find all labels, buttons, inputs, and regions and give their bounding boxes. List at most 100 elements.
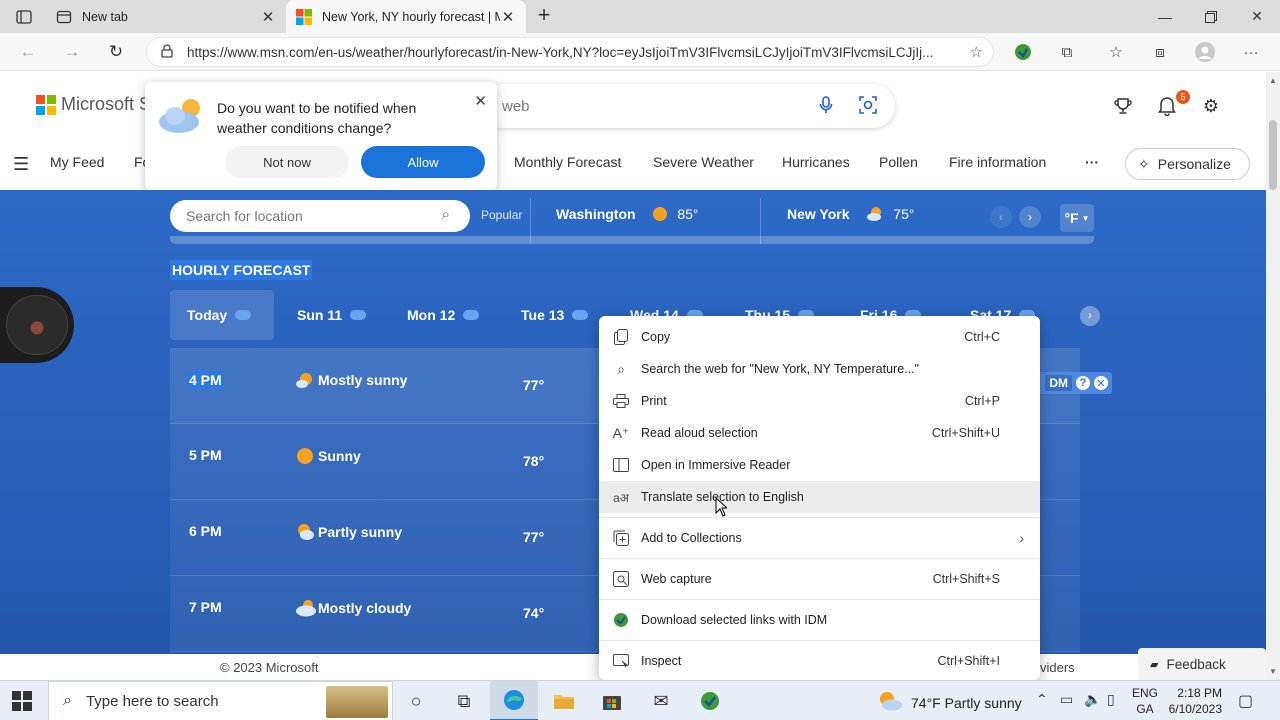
new-tab-button[interactable]: + [532,4,556,28]
lock-icon[interactable] [161,43,175,61]
restore-icon[interactable] [1188,0,1234,33]
menu-item-read-aloud[interactable]: A⁺ Read aloud selection Ctrl+Shift+U [599,417,1040,449]
floating-video-bubble[interactable] [0,287,74,363]
network-icon[interactable]: ▭ [1060,691,1073,708]
search-icon[interactable]: ⌕ [442,206,450,223]
file-explorer-icon[interactable] [540,681,588,720]
hour-time: 7 PM [189,599,222,615]
task-view-icon[interactable]: ⧉ [440,681,488,720]
day-tab-sun-11[interactable]: Sun 11 [297,290,367,340]
tab-msn-weather[interactable]: New York, NY hourly forecast | M ✕ [286,0,526,33]
extensions-icon[interactable]: ⧉ [1056,41,1078,63]
rewards-trophy-icon[interactable] [1111,94,1135,118]
menu-item-label: Web capture [641,572,712,586]
tab-actions-icon[interactable] [10,6,38,28]
menu-item-label: Search the web for "New York, NY Tempera… [641,362,919,376]
idm-taskbar-icon[interactable] [686,681,734,720]
mail-icon[interactable]: ✉ [637,681,685,720]
not-now-button[interactable]: Not now [225,146,349,178]
allow-button[interactable]: Allow [361,146,485,178]
feedback-button[interactable]: ▰ Feedback [1138,648,1266,680]
chevron-left-icon[interactable]: ‹ [990,206,1012,228]
idm-extension-icon[interactable] [1012,41,1034,63]
unit-selector[interactable]: °F ▼ [1060,204,1094,232]
speaker-icon[interactable]: 🔈 [1084,691,1101,708]
forward-icon[interactable]: → [58,38,86,66]
menu-divider [599,599,1040,600]
taskbar-clock[interactable]: 2:18 PM 6/10/2023 [1164,685,1222,717]
nav-more-icon[interactable]: ··· [1085,154,1099,170]
close-icon[interactable]: ✕ [1094,376,1108,390]
microsoft-logo-icon[interactable] [36,95,56,115]
add-favorite-icon[interactable]: ☆ [970,43,983,61]
settings-gear-icon[interactable]: ⚙ [1199,94,1223,118]
cortana-icon[interactable]: ○ [392,681,440,720]
menu-item-print[interactable]: Print Ctrl+P [599,385,1040,417]
collections-icon[interactable]: ⧈ [1149,41,1171,63]
battery-icon[interactable]: ▯ [1107,691,1115,708]
search-icon: ⌕ [617,360,625,377]
menu-item-immersive-reader[interactable]: Open in Immersive Reader [599,449,1040,481]
menu-item-add-to-collections[interactable]: Add to Collections › [599,522,1040,554]
taskbar-search-box[interactable]: ⌕ Type here to search [48,681,393,720]
favorites-icon[interactable]: ☆ [1105,41,1127,63]
back-icon[interactable]: ← [14,38,42,66]
minimize-icon[interactable]: — [1142,0,1188,33]
brand-name[interactable]: Microsoft St [61,94,149,115]
day-tabs-next-icon[interactable]: › [1080,306,1100,326]
nav-my-feed[interactable]: My Feed [50,154,104,170]
location-search-input[interactable]: Search for location ⌕ [170,200,470,232]
menu-item-copy[interactable]: Copy Ctrl+C [599,321,1040,353]
taskbar-weather[interactable]: 74°F Partly sunny [877,691,1022,714]
close-window-icon[interactable]: ✕ [1234,0,1280,33]
personalize-button[interactable]: ✧ Personalize [1125,148,1250,180]
nav-hurricanes[interactable]: Hurricanes [782,154,850,170]
profile-avatar[interactable] [1194,41,1216,63]
mouse-cursor-icon [715,497,727,517]
microsoft-store-icon[interactable] [588,681,636,720]
close-icon[interactable]: ✕ [474,92,487,110]
scroll-thumb[interactable] [1269,120,1277,190]
url-text[interactable]: https://www.msn.com/en-us/weather/hourly… [187,45,947,60]
menu-item-search-web[interactable]: ⌕ Search the web for "New York, NY Tempe… [599,353,1040,385]
menu-item-web-capture[interactable]: Web capture Ctrl+Shift+S [599,563,1040,595]
web-search-box[interactable]: web [480,84,895,128]
city-name: Washington [556,206,636,222]
settings-more-icon[interactable]: ··· [1240,41,1262,63]
day-tab-mon-12[interactable]: Mon 12 [407,290,480,340]
providers-link[interactable]: viders [1040,660,1075,675]
nav-monthly-forecast[interactable]: Monthly Forecast [514,154,621,170]
popular-city-new-york[interactable]: New York 75° [787,206,914,222]
menu-item-idm-download[interactable]: Download selected links with IDM [599,604,1040,636]
new-tab-icon [56,9,72,25]
nav-pollen[interactable]: Pollen [879,154,918,170]
nav-severe-weather[interactable]: Severe Weather [653,154,754,170]
day-tab-tue-13[interactable]: Tue 13 [521,290,589,340]
microphone-icon[interactable] [819,96,833,119]
help-icon[interactable]: ? [1076,376,1090,390]
language-indicator[interactable]: ENG GA [1132,685,1158,717]
scroll-down-icon[interactable]: ▼ [1269,667,1277,676]
tab-new-tab[interactable]: New tab ✕ [46,0,286,33]
scroll-up-icon[interactable]: ▲ [1269,76,1277,85]
day-tab-today[interactable]: Today [170,290,274,340]
menu-hamburger-icon[interactable]: ☰ [13,154,29,175]
visual-search-icon[interactable] [859,96,877,119]
refresh-icon[interactable]: ↻ [102,38,130,66]
menu-item-translate[interactable]: aअ Translate selection to English [599,481,1040,513]
edge-browser-icon[interactable] [490,681,538,720]
close-tab-icon[interactable]: ✕ [500,9,516,26]
action-center-icon[interactable]: ▢ [1238,691,1253,711]
address-bar[interactable]: https://www.msn.com/en-us/weather/hourly… [146,37,994,67]
popular-city-washington[interactable]: Washington 85° [556,206,699,222]
menu-item-label: Read aloud selection [641,426,758,440]
windows-start-icon[interactable] [12,691,32,711]
idm-download-bar[interactable]: DM ? ✕ [1036,372,1112,394]
nav-fire-information[interactable]: Fire information [949,154,1046,170]
vertical-scrollbar[interactable]: ▲ ▼ [1266,72,1280,680]
menu-item-inspect[interactable]: Inspect Ctrl+Shift+I [599,645,1040,677]
show-hidden-icons-icon[interactable]: ⌃ [1036,691,1048,708]
close-tab-icon[interactable]: ✕ [260,9,276,26]
search-highlight-image [326,686,388,718]
chevron-right-icon[interactable]: › [1019,206,1041,228]
